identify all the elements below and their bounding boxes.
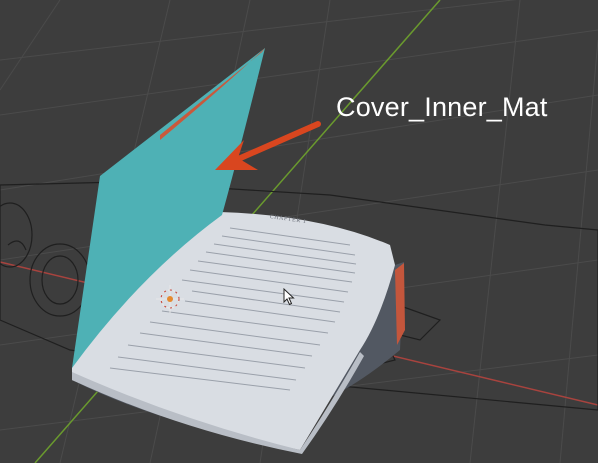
annotation-label: Cover_Inner_Mat [336,92,548,122]
viewport-scene [0,0,598,463]
3d-viewport[interactable]: CHAPTER 1 Cover_Inner_Mat [0,0,598,463]
object-origin-icon[interactable] [154,283,186,315]
mouse-pointer-icon [283,288,295,306]
